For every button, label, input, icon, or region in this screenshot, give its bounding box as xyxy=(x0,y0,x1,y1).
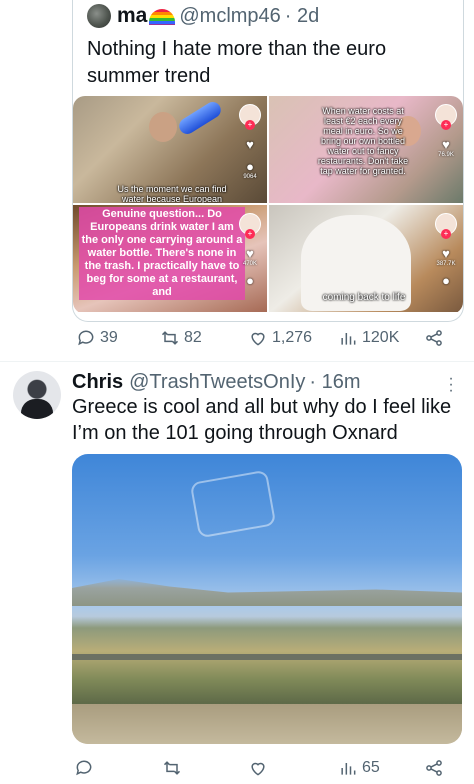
quoted-tweet-card[interactable]: ma @mclmp46 · 2d Nothing I hate more tha… xyxy=(72,0,464,322)
quoted-timestamp[interactable]: · 2d xyxy=(285,5,319,28)
quoted-tweet-text: Nothing I hate more than the euro summer… xyxy=(87,38,387,87)
views-button[interactable]: 65 xyxy=(338,756,380,780)
tile-4-count: 387.7K xyxy=(436,261,456,267)
reply-button[interactable]: 39 xyxy=(76,326,118,350)
tile-1-count: 9064 xyxy=(243,174,257,180)
author-handle[interactable]: @TrashTweetsOnIy xyxy=(129,371,305,394)
more-icon[interactable]: · · · xyxy=(448,371,454,399)
share-button[interactable] xyxy=(424,756,448,780)
share-button[interactable] xyxy=(424,326,448,350)
tweet-text: Greece is cool and all but why do I feel… xyxy=(72,396,452,444)
reply-icon xyxy=(76,760,92,776)
heart-icon: ♥ xyxy=(442,137,450,152)
repost-icon xyxy=(161,331,179,345)
author-avatar[interactable] xyxy=(13,371,61,419)
views-icon xyxy=(341,763,356,775)
quoted-tweet-header: ma @mclmp46 · 2d xyxy=(87,4,319,28)
like-icon xyxy=(251,332,265,346)
tile-1-sidebar: ♥ ● 9064 xyxy=(239,104,261,181)
tweet-divider xyxy=(0,361,474,362)
tile-1-caption: Us the moment we can find water because … xyxy=(117,184,227,203)
repost-button[interactable] xyxy=(162,756,186,780)
like-icon xyxy=(251,762,265,776)
creator-avatar xyxy=(435,213,457,239)
tile-2-caption: When water costs at least €2 each every … xyxy=(317,106,409,176)
tile-4-sidebar: ♥ 387.7K ● xyxy=(435,213,457,288)
quoted-action-bar: 39 82 1,276 120K xyxy=(72,326,464,350)
guard-rail xyxy=(72,654,462,660)
rainbow-emoji-icon xyxy=(149,7,176,25)
distant-hills xyxy=(72,579,462,606)
tile-4-caption: coming back to life xyxy=(322,292,406,303)
creator-avatar xyxy=(239,104,261,130)
reply-count: 39 xyxy=(100,329,118,346)
creator-avatar xyxy=(435,104,457,130)
share-icon xyxy=(426,760,442,776)
quoted-display-name[interactable]: ma xyxy=(117,4,147,28)
quoted-media-grid[interactable]: Us the moment we can find water because … xyxy=(73,96,463,314)
media-tile-4[interactable]: coming back to life ♥ 387.7K ● xyxy=(269,205,463,312)
tweet-header: Chris @TrashTweetsOnIy · 16m xyxy=(72,370,361,394)
tile-3-sidebar: ♥ 470K ● xyxy=(239,213,261,288)
repost-button[interactable]: 82 xyxy=(160,326,202,350)
views-button[interactable]: 120K xyxy=(338,326,399,350)
views-icon xyxy=(341,333,356,345)
quoted-handle[interactable]: @mclmp46 xyxy=(179,5,280,28)
media-tile-3[interactable]: Genuine question... Do Europeans drink w… xyxy=(73,205,267,312)
person-figure xyxy=(149,112,177,142)
tweet-timestamp[interactable]: · 16m xyxy=(309,371,360,394)
tile-2-count: 76.9K xyxy=(438,152,454,158)
comment-icon: ● xyxy=(246,159,254,174)
comment-icon: ● xyxy=(246,273,254,288)
road-shoulder xyxy=(72,704,462,744)
tile-3-count: 470K xyxy=(242,261,257,267)
media-tile-1[interactable]: Us the moment we can find water because … xyxy=(73,96,267,203)
views-count: 120K xyxy=(362,329,400,346)
tile-3-caption: Genuine question... Do Europeans drink w… xyxy=(79,207,245,300)
tweet-action-bar: 65 xyxy=(72,756,464,780)
tweet-photo[interactable] xyxy=(72,454,462,744)
quoted-avatar[interactable] xyxy=(87,4,111,28)
like-button[interactable]: 1,276 xyxy=(248,326,312,350)
repost-icon xyxy=(163,761,181,775)
reply-icon xyxy=(78,330,94,346)
heart-icon: ♥ xyxy=(246,246,254,261)
author-display-name[interactable]: Chris xyxy=(72,371,123,394)
comment-icon: ● xyxy=(442,273,450,288)
media-tile-2[interactable]: When water costs at least €2 each every … xyxy=(269,96,463,203)
heart-icon: ♥ xyxy=(246,137,254,152)
creator-avatar xyxy=(239,213,261,239)
share-icon xyxy=(426,330,442,346)
repost-count: 82 xyxy=(184,329,202,346)
views-count: 65 xyxy=(362,759,380,776)
heart-icon: ♥ xyxy=(442,246,450,261)
reply-button[interactable] xyxy=(74,756,98,780)
like-count: 1,276 xyxy=(272,329,313,346)
like-button[interactable] xyxy=(248,756,272,780)
tile-2-sidebar: ♥ 76.9K xyxy=(435,104,457,159)
window-reflection xyxy=(189,469,277,539)
water-bottle-figure xyxy=(176,99,224,137)
